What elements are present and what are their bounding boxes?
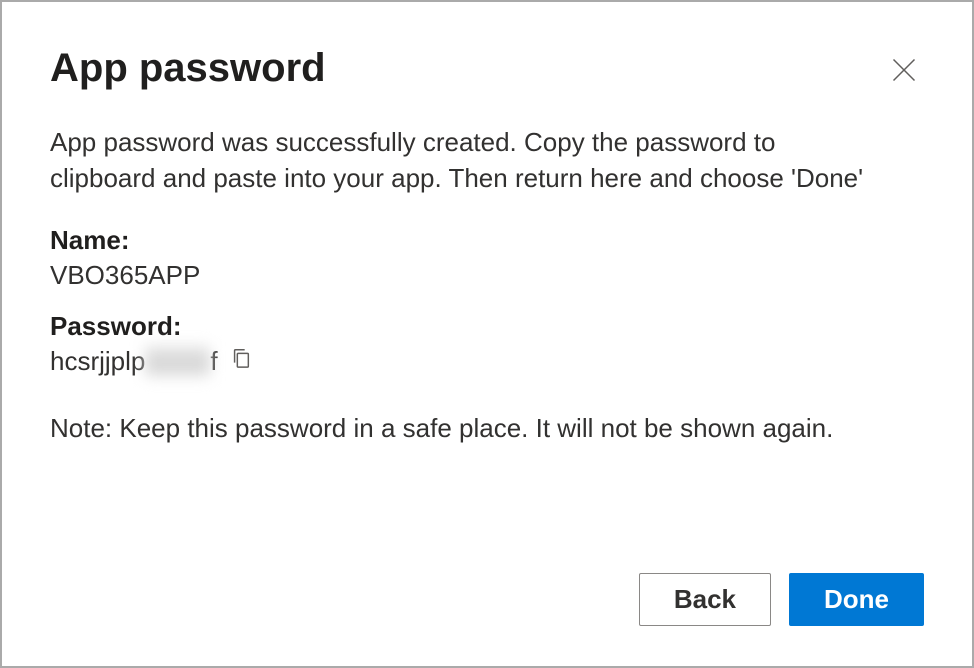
password-field: Password: hcsrjjplpxxxxxf (50, 311, 924, 377)
dialog-description: App password was successfully created. C… (50, 124, 870, 197)
name-value: VBO365APP (50, 260, 924, 291)
dialog-title: App password (50, 46, 326, 90)
copy-to-clipboard-button[interactable] (230, 346, 252, 377)
password-label: Password: (50, 311, 924, 342)
password-value: hcsrjjplpxxxxxf (50, 346, 924, 377)
dialog-header: App password (50, 46, 924, 90)
close-button[interactable] (884, 50, 924, 90)
password-text: hcsrjjplpxxxxxf (50, 346, 218, 377)
close-icon (890, 71, 918, 88)
password-prefix: hcsrjjplp (50, 346, 145, 376)
name-field: Name: VBO365APP (50, 225, 924, 291)
dialog-footer: Back Done (50, 549, 924, 626)
copy-icon (230, 346, 252, 377)
dialog-note: Note: Keep this password in a safe place… (50, 413, 924, 444)
password-suffix: f (210, 346, 217, 376)
back-button[interactable]: Back (639, 573, 771, 626)
name-label: Name: (50, 225, 924, 256)
password-redacted: xxxxx (145, 346, 210, 377)
done-button[interactable]: Done (789, 573, 924, 626)
